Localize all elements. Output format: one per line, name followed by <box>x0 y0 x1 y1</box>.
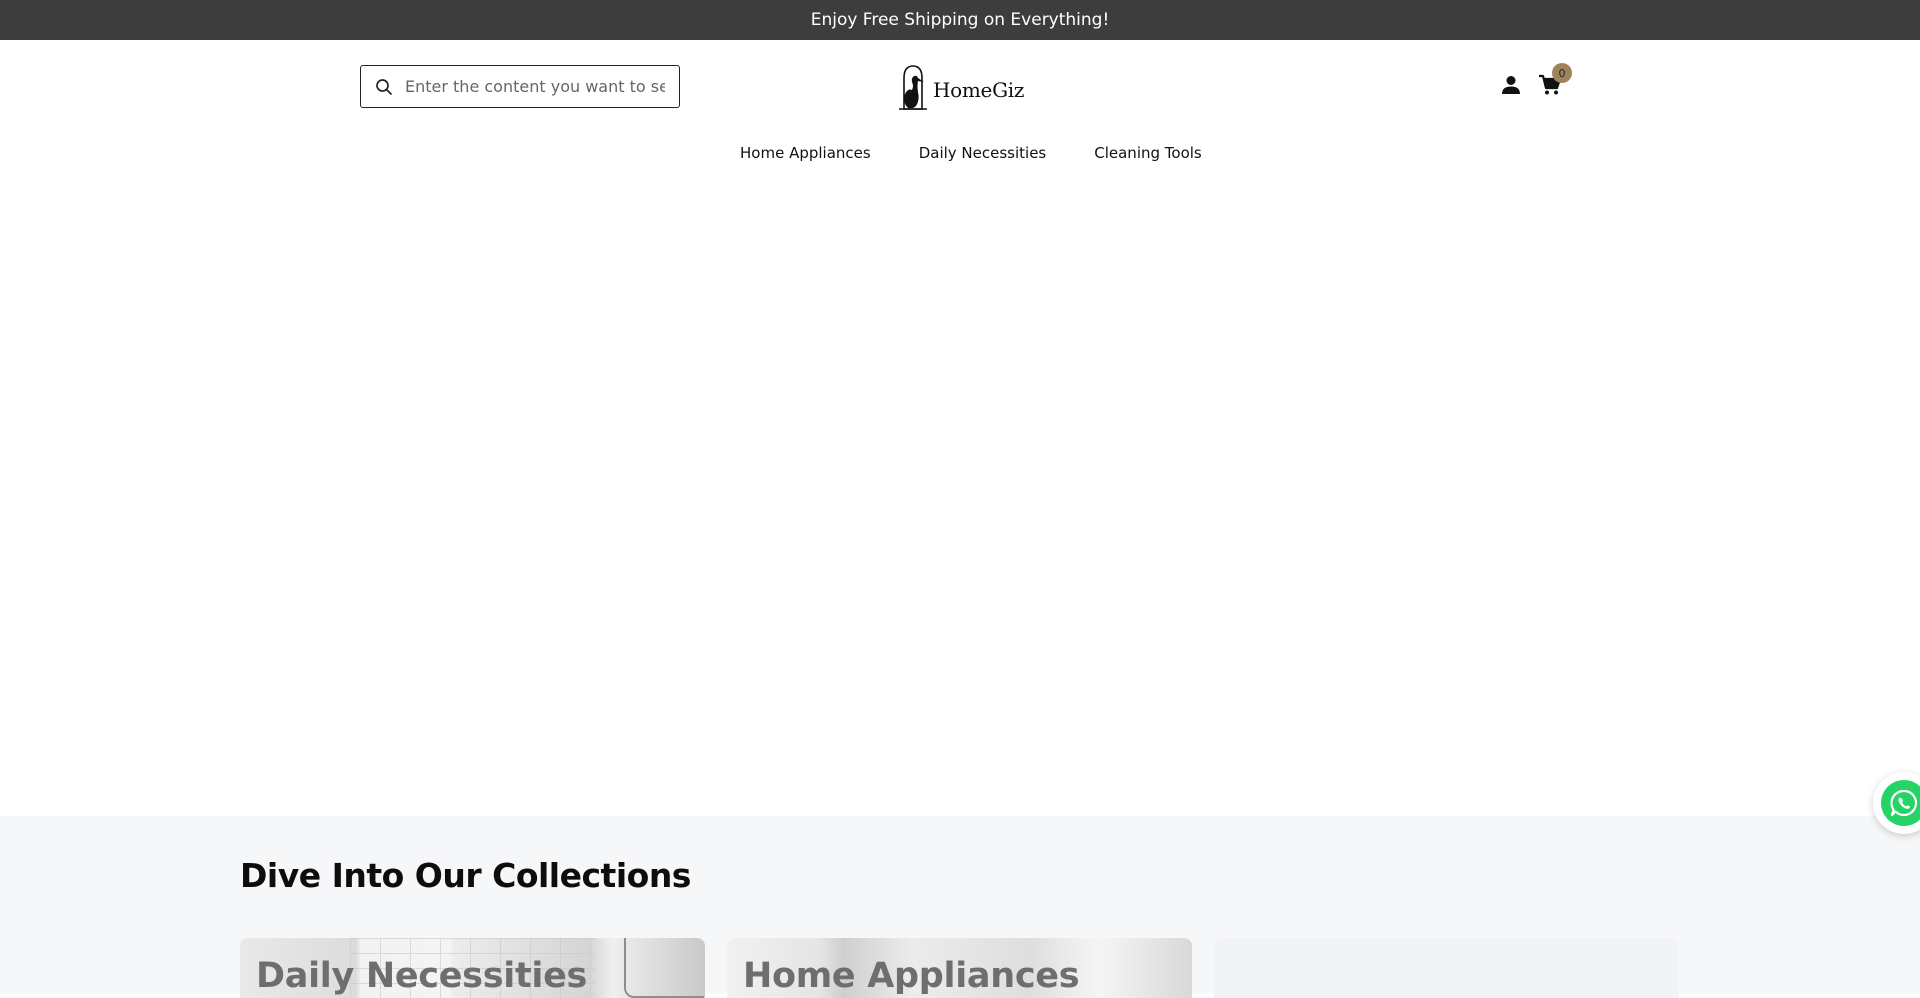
collection-card-label: Home Appliances <box>743 956 1080 996</box>
search-icon[interactable] <box>375 78 393 96</box>
account-icon[interactable] <box>1499 73 1523 97</box>
collection-card-home-appliances[interactable]: Home Appliances <box>727 938 1192 998</box>
hero-banner <box>0 200 1920 816</box>
collection-card-third[interactable] <box>1214 938 1679 998</box>
site-header: HomeGiz 0 Home Appliances Daily Necessit… <box>0 40 1920 200</box>
search-input[interactable] <box>405 77 665 96</box>
collections-title: Dive Into Our Collections <box>240 856 691 895</box>
nav-home-appliances[interactable]: Home Appliances <box>740 144 871 162</box>
announcement-bar: Enjoy Free Shipping on Everything! <box>0 0 1920 40</box>
nav-cleaning-tools[interactable]: Cleaning Tools <box>1094 144 1201 162</box>
search-box[interactable] <box>360 65 680 108</box>
pelican-logo-icon <box>899 65 927 110</box>
collections-section: Dive Into Our Collections Daily Necessit… <box>0 816 1920 998</box>
cart-count-badge: 0 <box>1552 63 1572 83</box>
announcement-text: Enjoy Free Shipping on Everything! <box>810 10 1110 30</box>
logo-text: HomeGiz <box>933 78 1025 102</box>
collection-card-label: Daily Necessities <box>256 956 588 996</box>
whatsapp-icon <box>1881 780 1920 826</box>
site-logo[interactable]: HomeGiz <box>896 62 1024 110</box>
main-nav: Home Appliances Daily Necessities Cleani… <box>740 144 1202 162</box>
card-image-mirror <box>624 938 704 998</box>
nav-daily-necessities[interactable]: Daily Necessities <box>919 144 1047 162</box>
collection-card-daily-necessities[interactable]: Daily Necessities <box>240 938 705 998</box>
